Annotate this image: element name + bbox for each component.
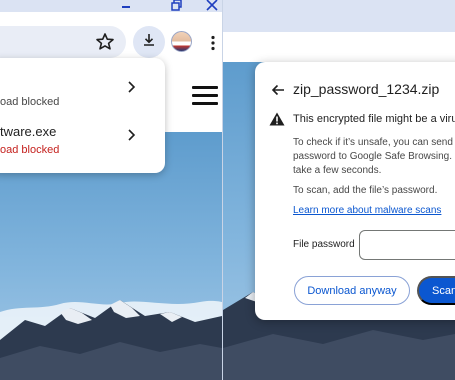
download-icon	[141, 32, 157, 53]
hamburger-menu-icon[interactable]	[192, 86, 218, 106]
warning-icon	[269, 112, 285, 126]
download-item[interactable]: oad blocked	[0, 76, 160, 116]
scan-prompt: To scan, add the file’s password.	[293, 185, 438, 196]
encrypted-file-dialog: zip_password_1234.zip This encrypted fil…	[255, 62, 455, 320]
browser-window-left: oad blocked tware.exe oad blocked	[0, 0, 222, 380]
description-line: password to Google Safe Browsing. S	[293, 151, 455, 162]
learn-more-link[interactable]: Learn more about malware scans	[293, 205, 441, 216]
download-button[interactable]	[133, 26, 165, 58]
downloads-bubble: oad blocked tware.exe oad blocked	[0, 58, 165, 173]
download-filename: tware.exe	[0, 124, 57, 139]
file-password-input[interactable]	[359, 230, 455, 260]
dialog-title: zip_password_1234.zip	[293, 81, 440, 97]
chevron-right-icon[interactable]	[127, 80, 137, 94]
back-arrow-icon[interactable]	[270, 82, 286, 98]
description-line: To check if it’s unsafe, you can send th	[293, 137, 455, 148]
browser-window-right: zip_password_1234.zip This encrypted fil…	[223, 0, 455, 380]
title-bar	[223, 0, 455, 32]
more-vert-icon[interactable]	[208, 35, 218, 51]
profile-avatar[interactable]	[171, 31, 192, 52]
download-status: oad blocked	[0, 96, 60, 108]
description-line: take a few seconds.	[293, 165, 382, 176]
mountain-illustration	[0, 300, 222, 380]
download-anyway-button[interactable]: Download anyway	[294, 276, 410, 305]
download-status: oad blocked	[0, 144, 60, 156]
browser-toolbar	[223, 32, 455, 62]
close-icon[interactable]	[201, 0, 222, 12]
download-item[interactable]: tware.exe oad blocked	[0, 124, 160, 164]
minimize-icon[interactable]	[115, 0, 137, 12]
scan-button[interactable]: Scan	[417, 276, 455, 305]
password-label: File password	[293, 239, 355, 250]
warning-heading: This encrypted file might be a virus or	[293, 113, 455, 125]
chevron-right-icon[interactable]	[127, 128, 137, 142]
restore-icon[interactable]	[166, 0, 188, 12]
browser-toolbar	[0, 12, 222, 62]
star-icon[interactable]	[95, 32, 115, 52]
